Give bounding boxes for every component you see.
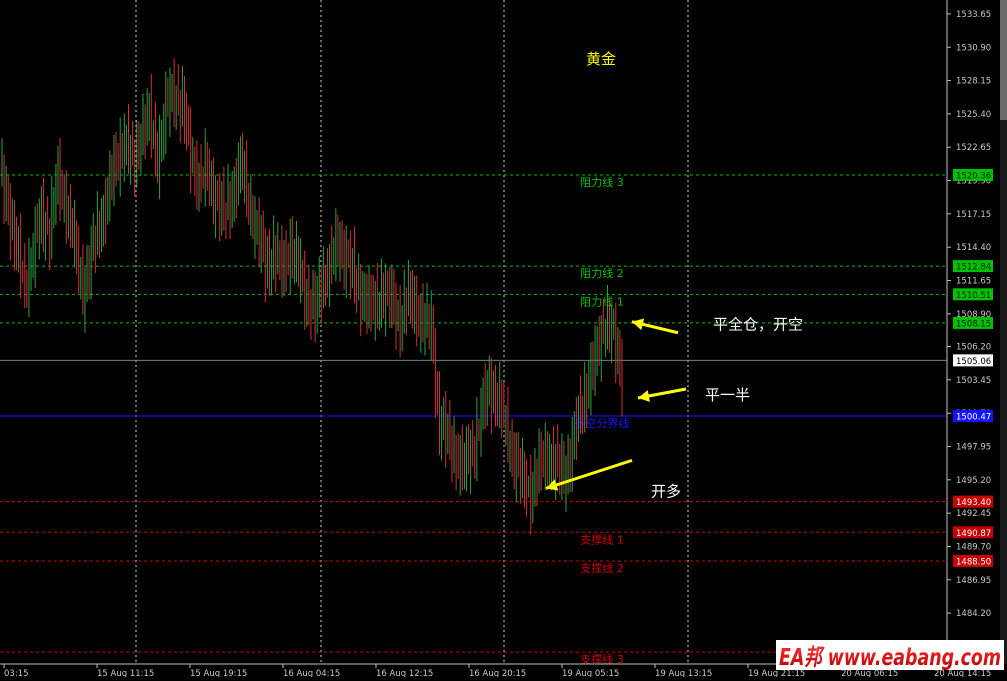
y-tick-label: 1503.45	[956, 376, 991, 386]
chart-canvas: 阻力线 3阻力线 2阻力线 1多空分界线支撑线 1支撑线 2支撑线 3 平全仓，…	[0, 0, 1007, 679]
y-tick-label: 1533.65	[956, 10, 991, 20]
y-tick-label: 1514.40	[956, 243, 991, 253]
annotation-arrowhead	[632, 318, 645, 331]
annotation-arrow	[545, 458, 633, 490]
y-tick-label: 1506.20	[956, 343, 991, 353]
support-label: 支撑线 1	[580, 532, 624, 546]
support-label: 支撑线 2	[580, 561, 624, 575]
resistance-label: 阻力线 3	[580, 175, 624, 189]
price-tag-label: 1493.40	[956, 498, 991, 508]
watermark-text: EA邦 www.eabang.com	[779, 645, 1001, 671]
scrollbar-thumb[interactable]	[1000, 0, 1007, 120]
price-chart[interactable]: 阻力线 3 阻力线 2 阻力线 1 多空分界线 支撑线 1 支撑线 2 支撑线 3 平全仓，…	[0, 0, 1007, 679]
y-tick-label: 1486.95	[956, 576, 991, 586]
price-tag-label: 1490.87	[956, 529, 991, 539]
x-tick-label: 16 Aug 04:15	[283, 669, 340, 677]
x-tick-label: 16 Aug 20:15	[469, 669, 526, 677]
x-tick-label: 19 Aug 05:15	[562, 669, 619, 677]
price-tag-label: 1520.36	[956, 171, 991, 181]
price-tag-label: 1512.84	[956, 263, 991, 273]
y-tick-label: 1517.15	[956, 210, 991, 220]
annotation-label: 平全仓，开空	[713, 316, 803, 334]
resistance-label: 阻力线 1	[580, 294, 624, 308]
x-tick-label: 19 Aug 13:15	[655, 669, 712, 677]
y-tick-label: 1489.70	[956, 542, 991, 552]
watermark-logo: EA邦 www.eabang.com	[776, 640, 1004, 671]
y-tick-label: 1530.90	[956, 43, 991, 53]
annotation-label: 平一半	[705, 386, 750, 404]
annotation-label: 开多	[651, 482, 681, 500]
y-tick-label: 1525.40	[956, 110, 991, 120]
y-tick-label: 1511.65	[956, 277, 991, 287]
current-price-label: 1505.06	[956, 357, 991, 367]
y-tick-label: 1497.95	[956, 443, 991, 453]
resistance-label: 阻力线 2	[580, 266, 624, 280]
y-tick-label: 1528.15	[956, 77, 991, 87]
x-tick-label: 15 Aug 19:15	[190, 669, 247, 677]
y-tick-label: 1495.20	[956, 476, 991, 486]
y-tick-label: 1492.45	[956, 509, 991, 519]
x-tick-label: 16 Aug 12:15	[376, 669, 433, 677]
chart-title: 黄金	[586, 50, 616, 68]
annotation-arrowhead	[638, 390, 650, 402]
y-tick-label: 1484.20	[956, 609, 991, 619]
price-tag-label: 1510.51	[956, 291, 991, 301]
price-tag-label: 1500.47	[956, 412, 991, 422]
price-tag-label: 1508.15	[956, 319, 991, 329]
x-tick-label: 15 Aug 11:15	[97, 669, 154, 677]
y-tick-label: 1522.65	[956, 143, 991, 153]
price-tag-label: 1488.50	[956, 558, 991, 568]
x-tick-label: 03:15	[4, 669, 29, 677]
